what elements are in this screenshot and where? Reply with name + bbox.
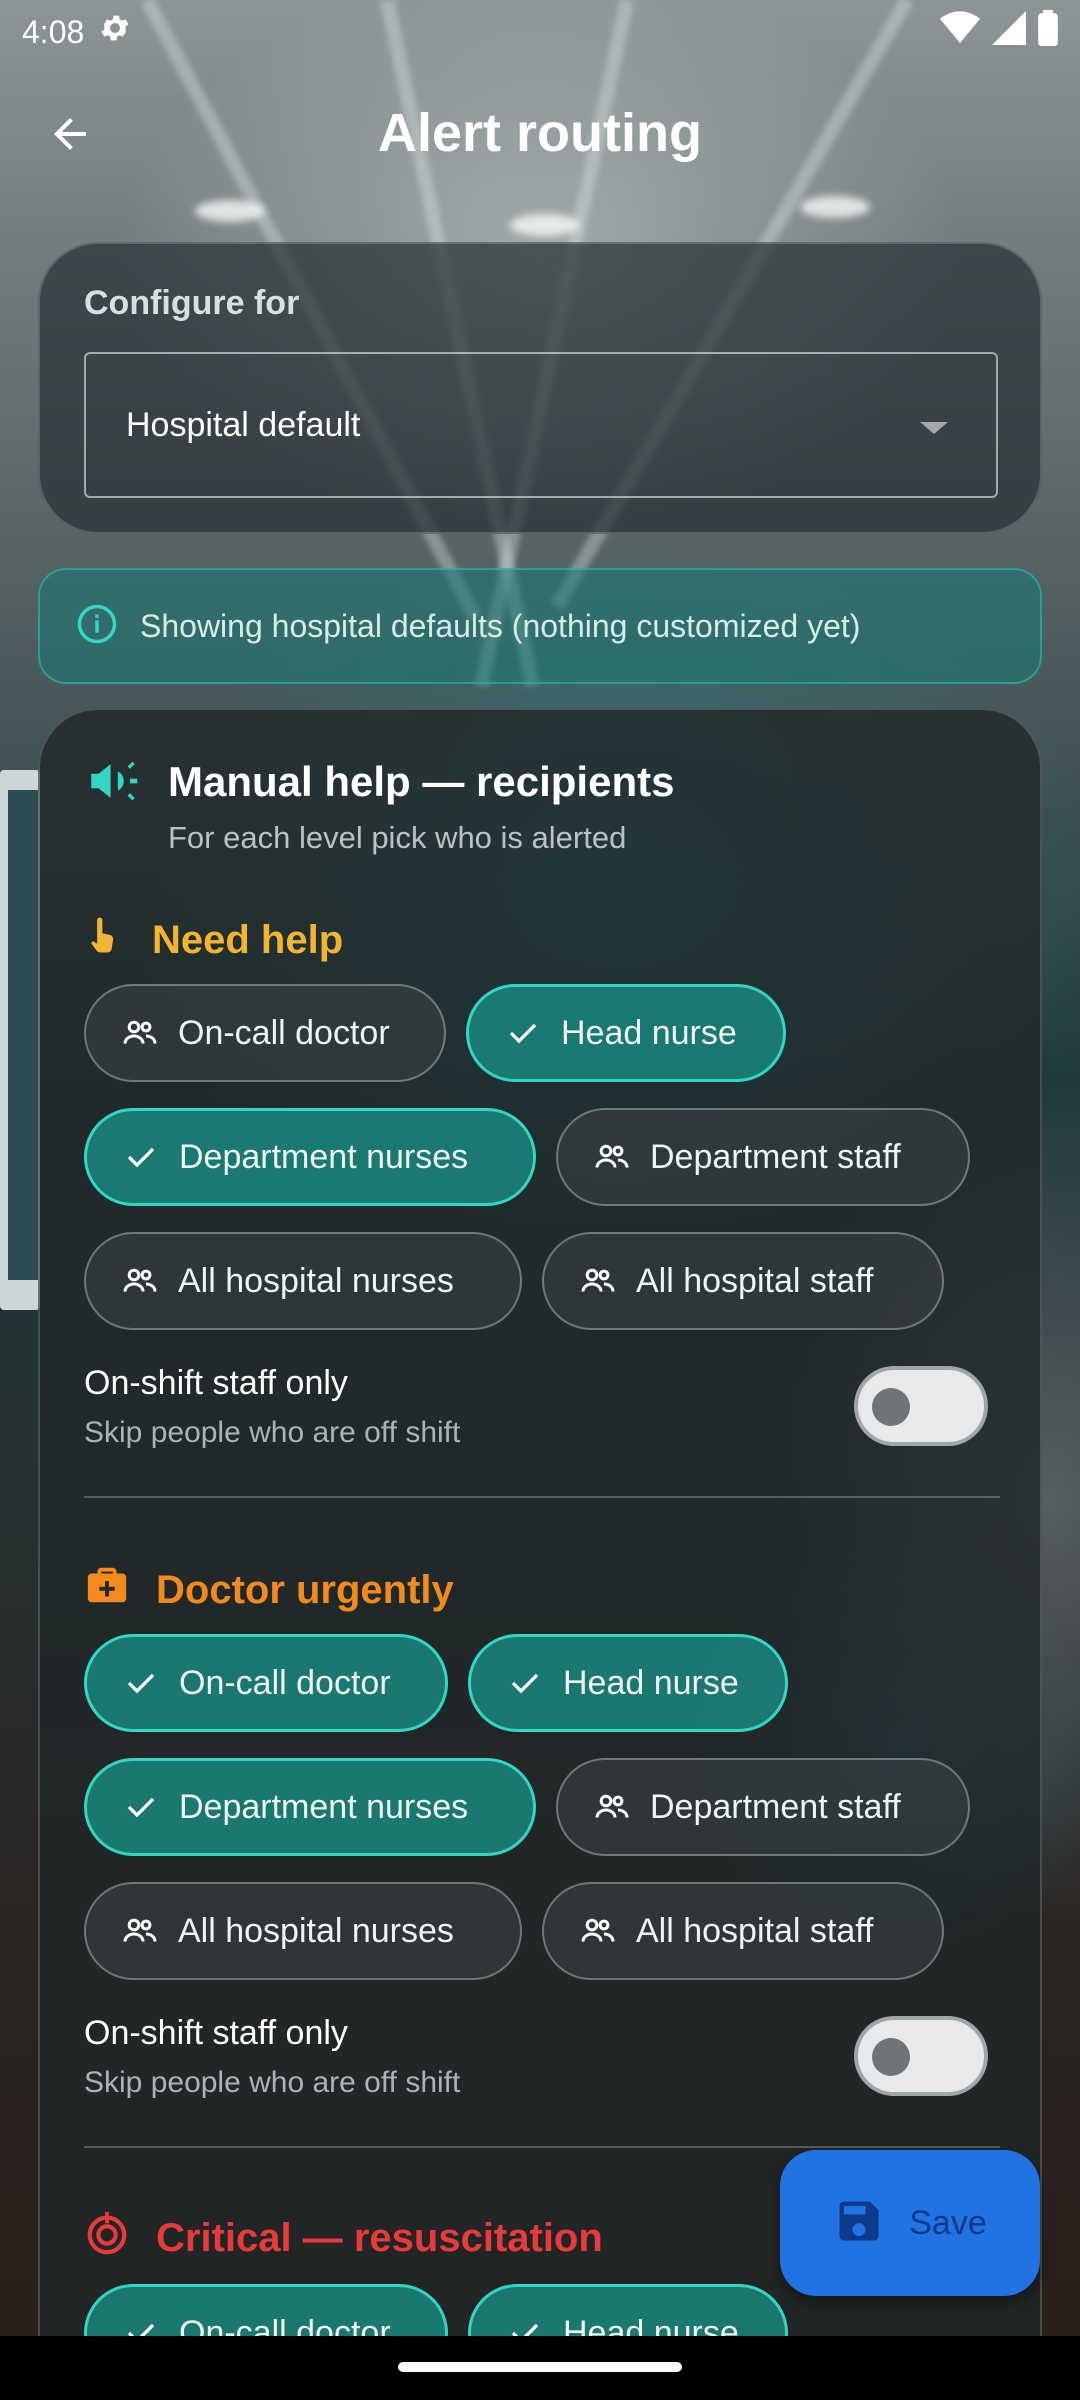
wifi-icon: [940, 11, 980, 53]
page-title: Alert routing: [378, 103, 702, 163]
home-gesture-handle[interactable]: [398, 2362, 682, 2372]
group-icon: [592, 1792, 632, 1822]
chip-department-nurses[interactable]: Department nurses: [84, 1758, 536, 1856]
configure-card: Configure for Hospital default: [38, 242, 1042, 534]
group-icon: [120, 1018, 160, 1048]
chip-label: Department staff: [650, 1137, 901, 1176]
chip-all-hospital-staff[interactable]: All hospital staff: [542, 1232, 944, 1330]
chip-head-nurse[interactable]: Head nurse: [466, 984, 786, 1082]
chip-label: All hospital staff: [636, 1911, 874, 1950]
heart-pulse-icon: [84, 2210, 130, 2266]
info-banner: Showing hospital defaults (nothing custo…: [38, 568, 1042, 684]
manual-help-subtitle: For each level pick who is alerted: [168, 820, 627, 855]
section-title-text: Need help: [152, 917, 344, 962]
dropdown-arrow-icon: [920, 422, 948, 434]
toggle-knob: [872, 2038, 910, 2076]
check-icon: [503, 1019, 543, 1047]
medical-bag-icon: [84, 1562, 130, 1618]
save-label: Save: [909, 2203, 987, 2242]
chip-department-staff[interactable]: Department staff: [556, 1108, 970, 1206]
configure-label: Configure for: [84, 284, 300, 322]
toggle-knob: [872, 1388, 910, 1426]
chip-all-hospital-nurses[interactable]: All hospital nurses: [84, 1882, 522, 1980]
group-icon: [578, 1916, 618, 1946]
group-icon: [578, 1266, 618, 1296]
on-shift-label: On-shift staff only: [84, 2014, 348, 2052]
configure-dropdown[interactable]: Hospital default: [84, 352, 998, 498]
status-bar: 4:08: [0, 0, 1080, 64]
hand-pointing-icon: [84, 914, 126, 966]
on-shift-toggle[interactable]: [854, 1366, 988, 1446]
on-shift-sub: Skip people who are off shift: [84, 1416, 461, 1449]
chip-label: Head nurse: [561, 1013, 737, 1052]
group-icon: [120, 1266, 160, 1296]
chip-department-staff[interactable]: Department staff: [556, 1758, 970, 1856]
chip-label: All hospital nurses: [178, 1911, 454, 1950]
chip-all-hospital-nurses[interactable]: All hospital nurses: [84, 1232, 522, 1330]
manual-help-card: Manual help — recipients For each level …: [38, 708, 1042, 2400]
chip-department-nurses[interactable]: Department nurses: [84, 1108, 536, 1206]
section-divider: [84, 1496, 1000, 1498]
check-icon: [121, 1143, 161, 1171]
chip-label: On-call doctor: [178, 1013, 390, 1052]
info-banner-text: Showing hospital defaults (nothing custo…: [140, 607, 861, 644]
chip-label: Head nurse: [563, 1663, 739, 1702]
chip-label: All hospital nurses: [178, 1261, 454, 1300]
group-icon: [120, 1916, 160, 1946]
settings-icon: [98, 11, 132, 53]
on-shift-toggle[interactable]: [854, 2016, 988, 2096]
save-button[interactable]: Save: [780, 2150, 1040, 2296]
system-nav-bar: [0, 2336, 1080, 2400]
check-icon: [505, 1669, 545, 1697]
battery-icon: [1038, 10, 1058, 54]
chip-label: Department nurses: [179, 1787, 469, 1826]
save-icon: [833, 2195, 885, 2252]
on-shift-sub: Skip people who are off shift: [84, 2066, 461, 2099]
app-bar: Alert routing: [0, 80, 1080, 190]
status-time: 4:08: [22, 13, 85, 50]
info-icon: [76, 603, 118, 650]
chip-label: Department staff: [650, 1787, 901, 1826]
chip-label: On-call doctor: [179, 1663, 391, 1702]
chip-label: Department nurses: [179, 1137, 469, 1176]
section-divider: [84, 2146, 1000, 2148]
chip-on-call-doctor[interactable]: On-call doctor: [84, 984, 446, 1082]
on-shift-label: On-shift staff only: [84, 1364, 348, 1402]
manual-help-title: Manual help — recipients: [168, 758, 675, 805]
chip-label: All hospital staff: [636, 1261, 874, 1300]
signal-icon: [992, 11, 1026, 53]
check-icon: [121, 1793, 161, 1821]
section-title-need-help: Need help: [84, 914, 343, 966]
section-title-critical: Critical — resuscitation: [84, 2210, 603, 2266]
chip-all-hospital-staff[interactable]: All hospital staff: [542, 1882, 944, 1980]
group-icon: [592, 1142, 632, 1172]
section-title-text: Doctor urgently: [156, 1567, 454, 1612]
chip-head-nurse[interactable]: Head nurse: [468, 1634, 788, 1732]
check-icon: [121, 1669, 161, 1697]
chip-on-call-doctor[interactable]: On-call doctor: [84, 1634, 448, 1732]
megaphone-icon: [84, 752, 142, 815]
configure-selected-value: Hospital default: [126, 405, 361, 444]
section-title-doctor-urgently: Doctor urgently: [84, 1562, 454, 1618]
section-title-text: Critical — resuscitation: [156, 2215, 603, 2260]
